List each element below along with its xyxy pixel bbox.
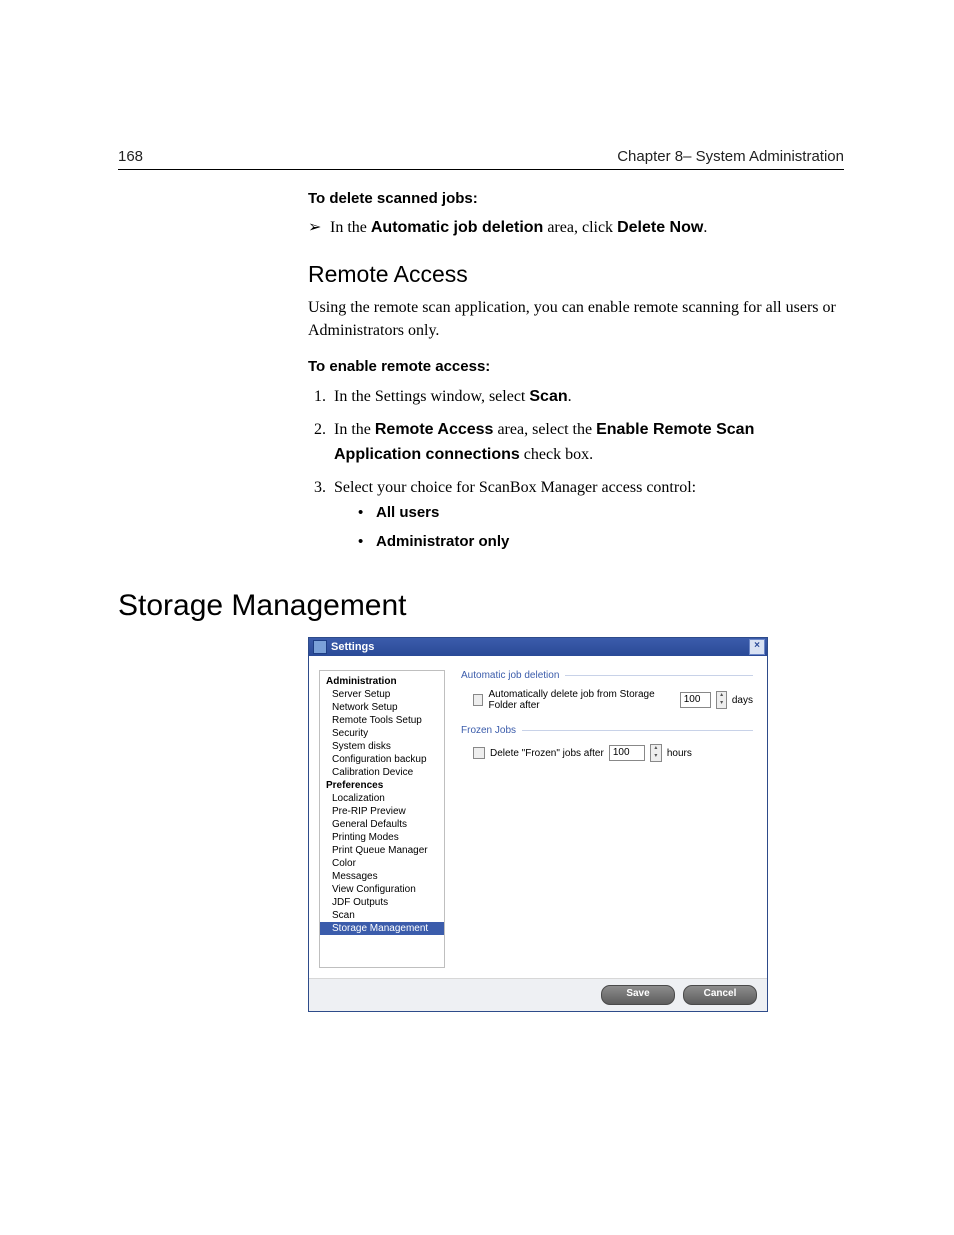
group-automatic-job-deletion: Automatic job deletion Automatically del…: [461, 670, 753, 711]
heading-remote-access: Remote Access: [308, 261, 844, 288]
nav-item[interactable]: Remote Tools Setup: [320, 714, 444, 727]
legend-line: [565, 675, 753, 676]
step-1: In the Settings window, select Scan.: [330, 385, 844, 410]
row-auto-delete: Automatically delete job from Storage Fo…: [461, 689, 753, 711]
running-header: 168 Chapter 8– System Administration: [118, 148, 844, 170]
paragraph-remote-desc: Using the remote scan application, you c…: [308, 296, 844, 342]
nav-item[interactable]: System disks: [320, 740, 444, 753]
group-legend: Frozen Jobs: [461, 725, 753, 736]
nav-item[interactable]: Printing Modes: [320, 831, 444, 844]
cancel-button[interactable]: Cancel: [683, 985, 757, 1005]
label-auto-delete: Automatically delete job from Storage Fo…: [488, 689, 674, 711]
task-heading-enable-remote: To enable remote access:: [308, 358, 844, 375]
task-heading-delete-jobs: To delete scanned jobs:: [308, 190, 844, 207]
nav-item[interactable]: Messages: [320, 870, 444, 883]
settings-dialog: Settings × Administration Server SetupNe…: [308, 637, 768, 1012]
heading-storage-management: Storage Management: [118, 589, 844, 623]
option-all-users: All users: [372, 501, 844, 524]
spinner-frozen[interactable]: ▴▾: [650, 744, 662, 762]
dialog-title-text: Settings: [331, 641, 374, 653]
input-auto-delete-days[interactable]: 100: [680, 692, 712, 708]
nav-item[interactable]: View Configuration: [320, 883, 444, 896]
nav-item[interactable]: Configuration backup: [320, 753, 444, 766]
text: .: [568, 388, 572, 405]
nav-item[interactable]: Server Setup: [320, 688, 444, 701]
text: area, select the: [493, 421, 596, 438]
page-number: 168: [118, 148, 143, 165]
text: check box.: [520, 446, 593, 463]
text: In the Settings window, select: [334, 388, 529, 405]
app-icon: [313, 640, 327, 654]
text: Select your choice for ScanBox Manager a…: [334, 479, 696, 496]
nav-item[interactable]: Print Queue Manager: [320, 844, 444, 857]
dialog-body: Administration Server SetupNetwork Setup…: [309, 656, 767, 978]
steps-list: In the Settings window, select Scan. In …: [308, 385, 844, 553]
nav-header-administration: Administration: [320, 675, 444, 688]
checkbox-auto-delete[interactable]: [473, 694, 483, 706]
option-admin-only: Administrator only: [372, 530, 844, 553]
input-frozen-hours[interactable]: 100: [609, 745, 645, 761]
group-legend: Automatic job deletion: [461, 670, 753, 681]
document-page: 168 Chapter 8– System Administration To …: [0, 0, 954, 1235]
label-frozen-delete: Delete "Frozen" jobs after: [490, 748, 604, 759]
nav-item[interactable]: Scan: [320, 909, 444, 922]
row-frozen-delete: Delete "Frozen" jobs after 100 ▴▾ hours: [461, 744, 753, 762]
close-button[interactable]: ×: [749, 639, 765, 655]
unit-days: days: [732, 695, 753, 706]
step-2: In the Remote Access area, select the En…: [330, 418, 844, 468]
step-3: Select your choice for ScanBox Manager a…: [330, 476, 844, 553]
nav-item[interactable]: General Defaults: [320, 818, 444, 831]
save-button[interactable]: Save: [601, 985, 675, 1005]
spinner-auto-delete[interactable]: ▴▾: [716, 691, 726, 709]
text: In the: [330, 219, 371, 236]
nav-item[interactable]: Storage Management: [320, 922, 444, 935]
dialog-footer: Save Cancel: [309, 978, 767, 1011]
bold-text: Automatic job deletion: [371, 219, 543, 236]
settings-nav: Administration Server SetupNetwork Setup…: [319, 670, 445, 968]
group-frozen-jobs: Frozen Jobs Delete "Frozen" jobs after 1…: [461, 725, 753, 762]
instruction-delete-now: ➢ In the Automatic job deletion area, cl…: [308, 217, 844, 237]
chevron-up-icon: ▴: [717, 692, 725, 700]
legend-text: Automatic job deletion: [461, 670, 559, 681]
nav-header-preferences: Preferences: [320, 779, 444, 792]
settings-panel: Automatic job deletion Automatically del…: [445, 670, 757, 968]
unit-hours: hours: [667, 748, 692, 759]
page-content: To delete scanned jobs: ➢ In the Automat…: [118, 190, 844, 1012]
options-list: All users Administrator only: [334, 501, 844, 554]
nav-item[interactable]: JDF Outputs: [320, 896, 444, 909]
chapter-title: Chapter 8– System Administration: [617, 148, 844, 165]
nav-item[interactable]: Security: [320, 727, 444, 740]
bold-text: Scan: [529, 388, 567, 405]
chevron-down-icon: ▾: [717, 700, 725, 708]
bold-text: Delete Now: [617, 219, 703, 236]
chevron-up-icon: ▴: [651, 745, 661, 753]
bold-text: Remote Access: [375, 421, 494, 438]
text: .: [703, 219, 707, 236]
chevron-down-icon: ▾: [651, 753, 661, 761]
nav-item[interactable]: Localization: [320, 792, 444, 805]
nav-item[interactable]: Color: [320, 857, 444, 870]
legend-text: Frozen Jobs: [461, 725, 516, 736]
nav-item[interactable]: Calibration Device: [320, 766, 444, 779]
text: area, click: [543, 219, 617, 236]
nav-item[interactable]: Network Setup: [320, 701, 444, 714]
nav-item[interactable]: Pre-RIP Preview: [320, 805, 444, 818]
legend-line: [522, 730, 753, 731]
text: In the: [334, 421, 375, 438]
checkbox-frozen-delete[interactable]: [473, 747, 485, 759]
dialog-titlebar[interactable]: Settings ×: [309, 638, 767, 656]
arrow-icon: ➢: [308, 217, 326, 237]
